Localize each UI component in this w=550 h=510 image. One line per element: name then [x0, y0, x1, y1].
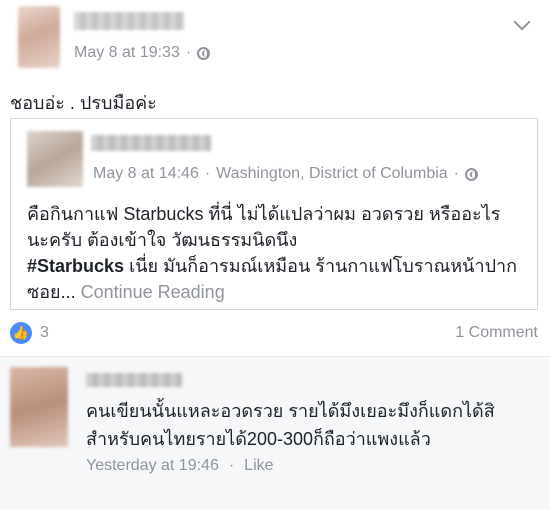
shared-post-card[interactable]: May 8 at 14:46 · Washington, District of…: [10, 118, 538, 310]
hashtag-link[interactable]: #Starbucks: [27, 256, 124, 276]
shared-body-text: ซอย...: [27, 282, 76, 302]
shared-body-line: ซอย... Continue Reading: [27, 279, 527, 305]
comment-timestamp[interactable]: Yesterday at 19:46: [86, 457, 219, 475]
shared-post-body: คือกินกาแฟ Starbucks ที่นี่ ไม่ได้แปลว่า…: [27, 201, 527, 305]
shared-body-line: นะครับ ต้องเข้าใจ วัฒนธรรมนิดนึง: [27, 230, 298, 250]
shared-author-avatar[interactable]: [27, 131, 83, 187]
facebook-post: May 8 at 19:33 · ชอบอ่ะ . ปรบมือค่ะ May …: [0, 0, 550, 510]
reactions-bar[interactable]: 👍 3: [10, 322, 49, 344]
globe-icon[interactable]: [197, 46, 211, 60]
poster-avatar[interactable]: [18, 6, 60, 68]
shared-author-name-blurred[interactable]: [91, 135, 211, 151]
comment-line: คนเขียนนั้นแหละอวดรวย รายได้มึงเยอะมึงก็…: [86, 401, 495, 421]
shared-body-line: #Starbucks เนี่ย มันก็อารมณ์เหมือน ร้านก…: [27, 253, 527, 279]
comment-section: คนเขียนนั้นแหละอวดรวย รายได้มึงเยอะมึงก็…: [0, 357, 550, 510]
separator-dot: ·: [228, 457, 235, 474]
like-thumb-icon: 👍: [10, 322, 32, 344]
separator-dot: ·: [204, 165, 211, 182]
comment-line: สำหรับคนไทยรายได้200-300ก็ถือว่าแพงแล้ว: [86, 429, 431, 449]
separator-dot: ·: [453, 165, 459, 182]
globe-icon[interactable]: [465, 167, 478, 181]
shared-body-text: เนี่ย มันก็อารมณ์เหมือน ร้านกาแฟโบราณหน้…: [124, 256, 517, 276]
continue-reading-link[interactable]: Continue Reading: [81, 282, 225, 302]
commenter-name-blurred[interactable]: [86, 373, 182, 387]
shared-timestamp[interactable]: May 8 at 14:46: [93, 165, 199, 183]
shared-body-line: คือกินกาแฟ Starbucks ที่นี่ ไม่ได้แปลว่า…: [27, 204, 501, 224]
comment-like-button[interactable]: Like: [244, 457, 273, 475]
reaction-count[interactable]: 3: [40, 324, 49, 342]
post-meta: May 8 at 19:33 ·: [74, 44, 211, 62]
comment-text: คนเขียนนั้นแหละอวดรวย รายได้มึงเยอะมึงก็…: [86, 397, 546, 453]
shared-post-meta: May 8 at 14:46 · Washington, District of…: [93, 165, 478, 183]
commenter-avatar[interactable]: [10, 367, 68, 447]
comment-count-link[interactable]: 1 Comment: [455, 324, 538, 342]
separator-dot: ·: [185, 44, 192, 61]
post-timestamp[interactable]: May 8 at 19:33: [74, 44, 180, 62]
comment-meta: Yesterday at 19:46 · Like: [86, 457, 274, 475]
chevron-down-icon[interactable]: [513, 13, 531, 31]
post-status-text: ชอบอ่ะ . ปรบมือค่ะ: [10, 93, 157, 113]
poster-name-blurred[interactable]: [74, 12, 184, 30]
shared-location[interactable]: Washington, District of Columbia: [216, 165, 448, 183]
